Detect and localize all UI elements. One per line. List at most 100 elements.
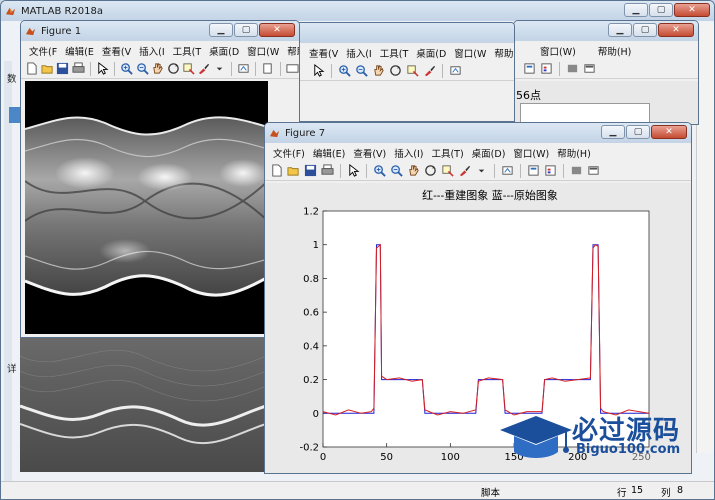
middle-pan-icon[interactable] xyxy=(371,63,386,78)
brush-icon[interactable] xyxy=(197,61,210,76)
figure1-menu-view[interactable]: 查看(V xyxy=(98,44,135,58)
figure7-maximize-button[interactable]: ▢ xyxy=(626,125,650,139)
figure1-window: Figure 1 ▁ ▢ ✕ 文件(F 编辑(E 查看(V 插入(I 工具(T … xyxy=(20,20,300,338)
rotate-3d-icon[interactable] xyxy=(166,61,179,76)
y-tick-label: 0.4 xyxy=(303,341,319,352)
x-tick-label: 100 xyxy=(441,452,460,463)
middle-link-icon[interactable] xyxy=(448,63,463,78)
middle-cursor-icon[interactable] xyxy=(311,63,326,78)
link-plot-icon-fig1[interactable] xyxy=(237,61,250,76)
f7-data-cursor-icon[interactable] xyxy=(440,163,455,178)
middle-menu-desktop[interactable]: 桌面(D xyxy=(412,46,450,60)
figure1-menu-desktop[interactable]: 桌面(D xyxy=(205,44,243,58)
figure7-menu-edit[interactable]: 编辑(E) xyxy=(309,146,349,160)
right-dialog-minimize-button[interactable]: ▁ xyxy=(608,23,632,37)
link-plot-icon[interactable] xyxy=(522,61,537,76)
figure7-close-button[interactable]: ✕ xyxy=(651,125,687,139)
y-tick-label: -0.2 xyxy=(299,443,319,454)
figure1-sinogram-image xyxy=(24,81,269,334)
f7-link-plot-icon[interactable] xyxy=(500,163,515,178)
middle-zoom-out-icon[interactable] xyxy=(354,63,369,78)
figure1-menu-window[interactable]: 窗口(W xyxy=(243,44,283,58)
right-dialog-close-button[interactable]: ✕ xyxy=(658,23,694,37)
middle-figure-menubar: 查看(V 插入(I 工具(T 桌面(D 窗口(W 帮助(H xyxy=(263,44,514,61)
background-figure-right: ▁ ▢ ✕ 窗口(W) 帮助(H) 56点 xyxy=(513,20,699,125)
middle-menu-window[interactable]: 窗口(W xyxy=(450,46,490,60)
middle-brush-icon[interactable] xyxy=(422,63,437,78)
open-file-icon[interactable] xyxy=(40,61,53,76)
f7-save-icon[interactable] xyxy=(303,163,318,178)
middle-menu-insert[interactable]: 插入(I xyxy=(342,46,376,60)
save-icon[interactable] xyxy=(56,61,69,76)
right-menu-window[interactable]: 窗口(W) xyxy=(536,44,580,58)
lower-sinogram-image xyxy=(19,336,267,472)
figure1-menu-edit[interactable]: 编辑(E xyxy=(61,44,98,58)
figure1-title: Figure 1 xyxy=(41,25,82,37)
middle-zoom-in-icon[interactable] xyxy=(337,63,352,78)
matlab-titlebar: MATLAB R2018a ▁ ▢ ✕ xyxy=(1,1,714,21)
f7-new-figure-icon[interactable] xyxy=(269,163,284,178)
edit-plot-cursor-icon[interactable] xyxy=(96,61,109,76)
f7-hide-plot-tools-icon[interactable] xyxy=(569,163,584,178)
f7-brush-icon[interactable] xyxy=(457,163,472,178)
data-cursor-icon[interactable] xyxy=(182,61,195,76)
insert-legend-icon[interactable] xyxy=(539,61,554,76)
matlab-logo-icon xyxy=(5,7,16,15)
f7-brush-dropdown-icon[interactable] xyxy=(474,163,489,178)
figure7-menu-tools[interactable]: 工具(T) xyxy=(427,146,467,160)
f7-zoom-in-icon[interactable] xyxy=(372,163,387,178)
figure1-menu-tools[interactable]: 工具(T xyxy=(169,44,206,58)
figure7-menu-desktop[interactable]: 桌面(D) xyxy=(468,146,510,160)
f7-rotate-3d-icon[interactable] xyxy=(423,163,438,178)
brush-dropdown-icon[interactable] xyxy=(213,61,226,76)
figure7-menu-insert[interactable]: 插入(I) xyxy=(390,146,427,160)
zoom-out-icon[interactable] xyxy=(135,61,149,76)
figure7-menu-window[interactable]: 窗口(W) xyxy=(509,146,553,160)
graduation-cap-icon xyxy=(500,416,572,458)
figure1-maximize-button[interactable]: ▢ xyxy=(234,23,258,37)
matlab-close-button[interactable]: ✕ xyxy=(674,3,710,17)
chart-title: 红---重建图象 蓝---原始图象 xyxy=(422,188,558,202)
status-script: 脚本 xyxy=(481,488,501,499)
right-dialog-maximize-button[interactable]: ▢ xyxy=(633,23,657,37)
pan-hand-icon[interactable] xyxy=(151,61,164,76)
detail-label: 详 xyxy=(7,364,17,375)
f7-zoom-out-icon[interactable] xyxy=(389,163,404,178)
figure1-menu-help[interactable]: 帮助(H xyxy=(283,44,299,58)
figure7-titlebar: Figure 7 ▁ ▢ ✕ xyxy=(265,123,691,143)
f7-open-file-icon[interactable] xyxy=(286,163,301,178)
f7-print-icon[interactable] xyxy=(320,163,335,178)
figure7-minimize-button[interactable]: ▁ xyxy=(601,125,625,139)
middle-rotate-icon[interactable] xyxy=(388,63,403,78)
middle-menu-view[interactable]: 查看(V xyxy=(305,46,342,60)
figure7-toolbar xyxy=(265,161,691,181)
zoom-in-icon[interactable] xyxy=(120,61,133,76)
matlab-minimize-button[interactable]: ▁ xyxy=(624,3,648,17)
matlab-maximize-button[interactable]: ▢ xyxy=(649,3,673,17)
f7-edit-plot-cursor-icon[interactable] xyxy=(346,163,361,178)
figure7-menu-view[interactable]: 查看(V) xyxy=(349,146,390,160)
right-menu-help[interactable]: 帮助(H) xyxy=(594,44,636,58)
figure7-menu-help[interactable]: 帮助(H) xyxy=(553,146,595,160)
figure7-menu-file[interactable]: 文件(F) xyxy=(269,146,309,160)
f7-show-plot-tools-icon[interactable] xyxy=(586,163,601,178)
f7-pan-hand-icon[interactable] xyxy=(406,163,421,178)
print-icon[interactable] xyxy=(71,61,85,76)
status-col-label: 列 xyxy=(661,488,671,499)
middle-datacursor-icon[interactable] xyxy=(405,63,420,78)
figure1-close-button[interactable]: ✕ xyxy=(259,23,295,37)
figure1-minimize-button[interactable]: ▁ xyxy=(209,23,233,37)
figure7-menubar: 文件(F) 编辑(E) 查看(V) 插入(I) 工具(T) 桌面(D) 窗口(W… xyxy=(265,144,691,161)
f7-legend-icon[interactable] xyxy=(543,163,558,178)
new-figure-icon[interactable] xyxy=(25,61,38,76)
hide-plot-tools-icon[interactable] xyxy=(565,61,580,76)
figure1-menu-insert[interactable]: 插入(I xyxy=(135,44,169,58)
figure1-menu-file[interactable]: 文件(F xyxy=(25,44,61,58)
plot-tools-icon[interactable] xyxy=(286,61,299,76)
y-tick-label: 1 xyxy=(313,240,319,251)
show-plot-tools-icon[interactable] xyxy=(582,61,597,76)
property-inspector-icon[interactable] xyxy=(261,61,274,76)
middle-menu-help[interactable]: 帮助(H xyxy=(490,46,514,60)
f7-colorbar-icon[interactable] xyxy=(526,163,541,178)
middle-menu-tools[interactable]: 工具(T xyxy=(376,46,413,60)
